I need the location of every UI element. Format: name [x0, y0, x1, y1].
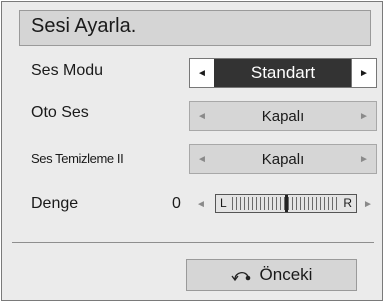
left-arrow-icon[interactable]: ◄: [190, 145, 214, 173]
previous-button[interactable]: Önceki: [186, 259, 357, 291]
denge-label: Denge: [31, 195, 79, 212]
sound-settings-panel: Sesi Ayarla. Ses Modu ◄ Standart ► Oto S…: [1, 1, 383, 301]
ses-modu-selector[interactable]: ◄ Standart ►: [189, 58, 377, 88]
right-arrow-icon[interactable]: ►: [363, 199, 373, 210]
right-arrow-icon[interactable]: ►: [352, 145, 376, 173]
page-title: Sesi Ayarla.: [31, 15, 137, 37]
previous-button-label: Önceki: [259, 265, 313, 284]
title-bar: Sesi Ayarla.: [19, 10, 371, 46]
left-arrow-icon[interactable]: ◄: [190, 102, 214, 130]
balance-left-label: L: [220, 196, 227, 210]
ses-modu-label: Ses Modu: [31, 62, 104, 79]
balance-value: 0: [172, 195, 181, 212]
ses-temizleme-value: Kapalı: [261, 150, 305, 168]
right-arrow-icon[interactable]: ►: [352, 102, 376, 130]
oto-ses-label: Oto Ses: [31, 104, 89, 121]
right-arrow-icon[interactable]: ►: [351, 59, 376, 87]
oto-ses-selector[interactable]: ◄ Kapalı ►: [189, 101, 377, 131]
divider: [12, 242, 374, 243]
back-return-icon: [231, 272, 250, 282]
oto-ses-value: Kapalı: [261, 107, 305, 125]
left-arrow-icon[interactable]: ◄: [196, 199, 206, 210]
balance-right-label: R: [343, 196, 352, 210]
ses-temizleme-selector[interactable]: ◄ Kapalı ►: [189, 144, 377, 174]
balance-slider[interactable]: L R: [215, 194, 357, 213]
left-arrow-icon[interactable]: ◄: [190, 59, 215, 87]
ses-temizleme-label: Ses Temizleme II: [31, 151, 124, 166]
balance-thumb[interactable]: [284, 195, 288, 212]
ses-modu-value: Standart: [214, 59, 352, 87]
